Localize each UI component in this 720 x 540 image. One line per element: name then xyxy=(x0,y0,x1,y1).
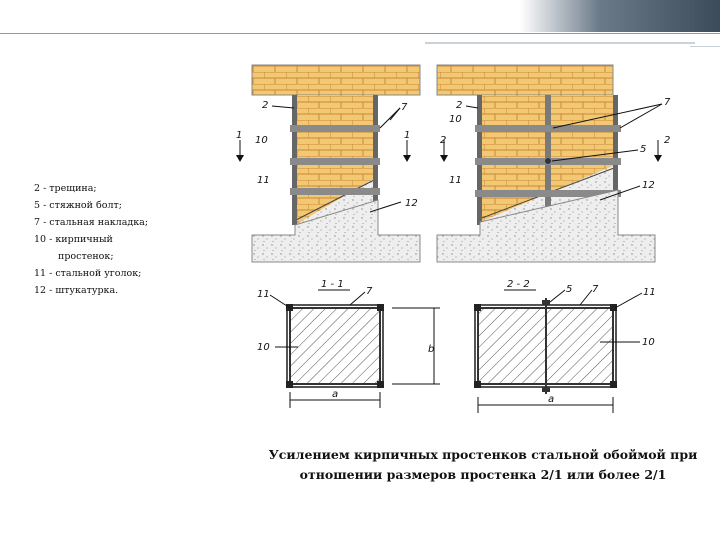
label-section-1: 1 xyxy=(236,130,242,141)
label-12: 12 xyxy=(405,198,418,209)
label-11: 11 xyxy=(449,175,462,186)
label-7: 7 xyxy=(366,286,373,297)
dim-b: b xyxy=(428,344,434,355)
left-strap xyxy=(290,188,380,195)
label-10: 10 xyxy=(642,337,655,348)
dim-a: a xyxy=(332,389,338,400)
section-title: 2 - 2 xyxy=(507,279,530,290)
label-11: 11 xyxy=(643,287,656,298)
section-title: 1 - 1 xyxy=(321,279,344,290)
label-section-2: 2 xyxy=(440,135,446,146)
label-11: 11 xyxy=(257,175,270,186)
label-section-1: 1 xyxy=(404,130,410,141)
label-11: 11 xyxy=(257,289,270,300)
label-10: 10 xyxy=(449,114,462,125)
label-7: 7 xyxy=(664,97,671,108)
slide-caption: Усилением кирпичных простенков стальной … xyxy=(258,445,708,485)
label-7: 7 xyxy=(592,284,599,295)
left-elevation: 1 1 2 10 11 7 12 xyxy=(236,64,421,263)
label-section-2: 2 xyxy=(664,135,670,146)
label-5: 5 xyxy=(640,144,646,155)
section-pier xyxy=(289,307,381,385)
caption-line: отношении размеров простенка 2/1 или бол… xyxy=(299,467,667,482)
dim-a: a xyxy=(548,394,554,405)
label-2: 2 xyxy=(262,100,268,111)
right-strap xyxy=(475,125,621,132)
label-2: 2 xyxy=(456,100,462,111)
left-lintel xyxy=(251,64,421,96)
label-10: 10 xyxy=(255,135,268,146)
right-elevation: 2 2 2 10 11 7 5 12 xyxy=(436,64,671,263)
section-2-2: 2 - 2 a 5 7 11 10 xyxy=(474,279,656,413)
bolt xyxy=(545,158,551,164)
label-7: 7 xyxy=(401,102,408,113)
section-1-1: 1 - 1 a b 11 7 10 xyxy=(257,279,440,408)
label-10: 10 xyxy=(257,342,270,353)
label-5: 5 xyxy=(566,284,572,295)
left-strap xyxy=(290,158,380,165)
left-strap xyxy=(290,125,380,132)
right-lintel xyxy=(436,64,614,96)
label-12: 12 xyxy=(642,180,655,191)
caption-line: Усилением кирпичных простенков стальной … xyxy=(268,447,698,462)
